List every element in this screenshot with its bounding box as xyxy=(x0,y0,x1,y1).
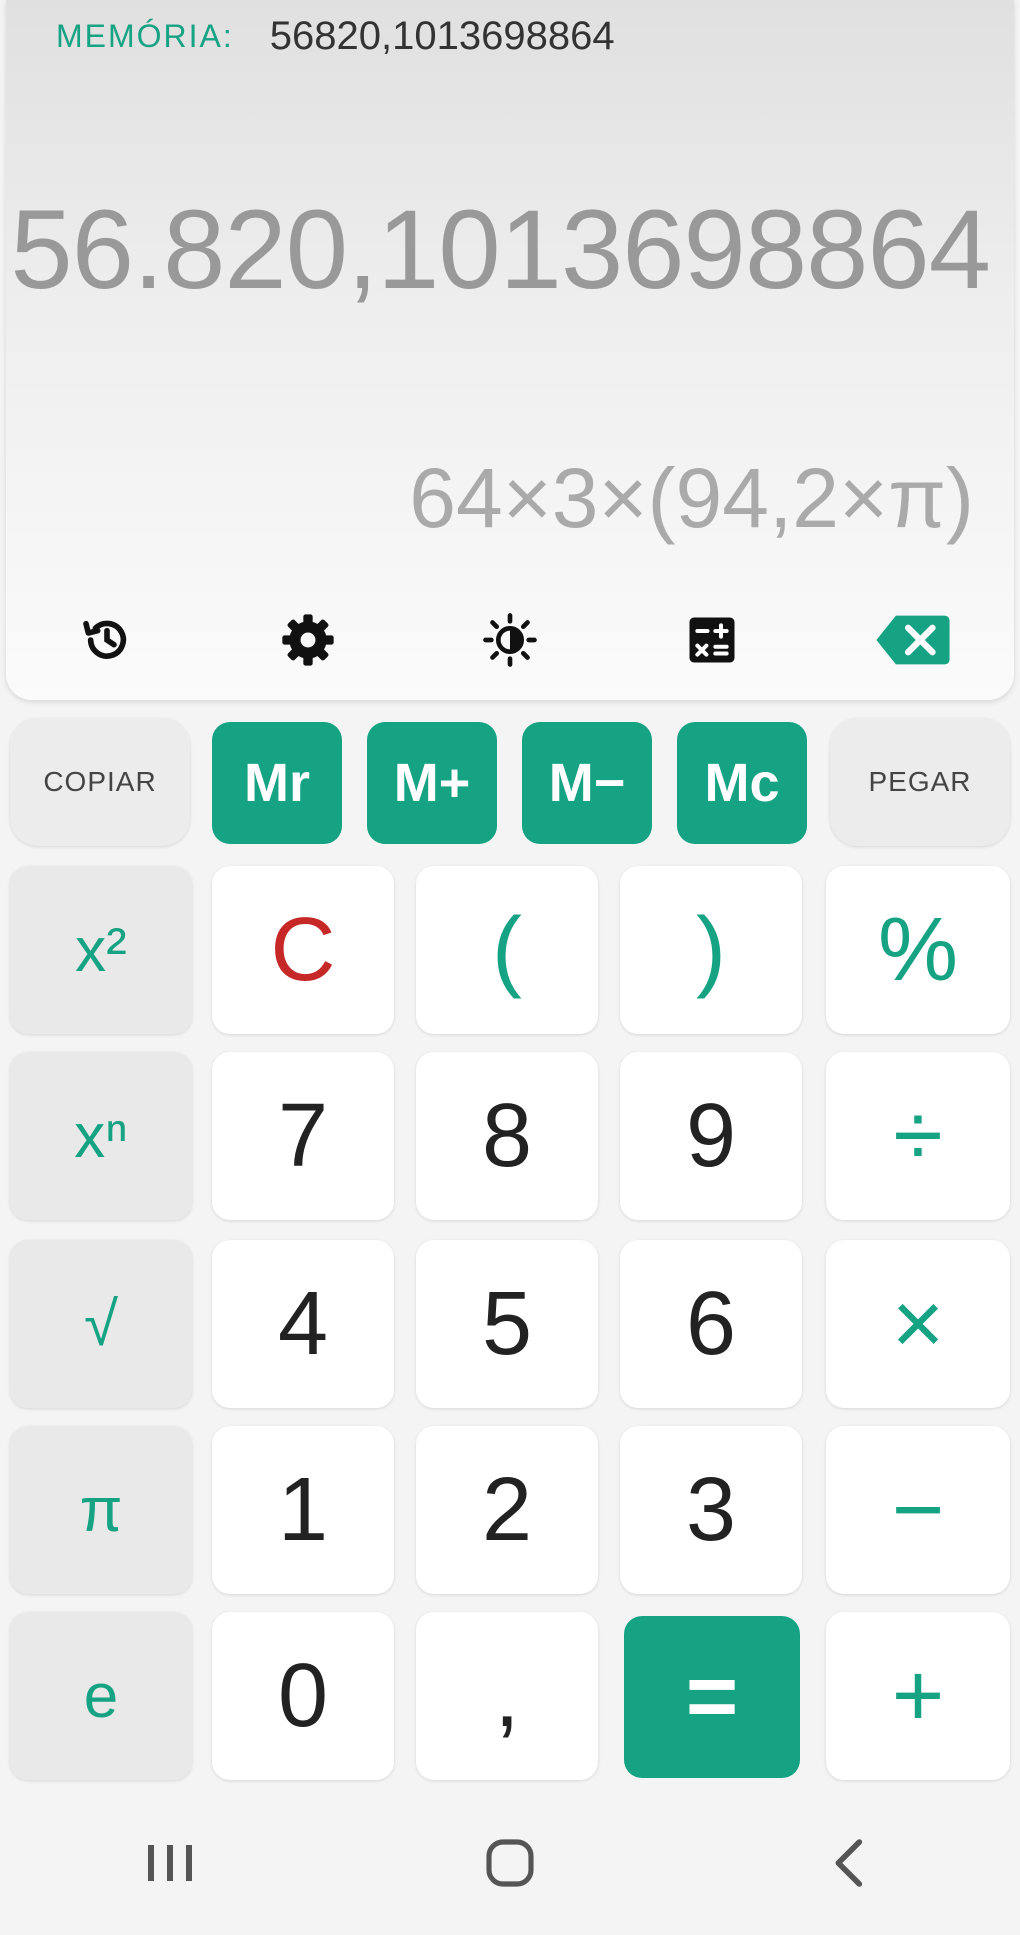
toolbar xyxy=(6,600,1014,680)
digit-8-button[interactable]: 8 xyxy=(416,1052,598,1220)
layout-button[interactable] xyxy=(667,600,757,680)
digit-4-button[interactable]: 4 xyxy=(212,1240,394,1408)
memory-value: 56820,1013698864 xyxy=(269,13,615,58)
home-icon xyxy=(486,1838,534,1887)
percent-button[interactable]: % xyxy=(826,866,1010,1034)
close-paren-button[interactable]: ) xyxy=(620,866,802,1034)
back-icon xyxy=(835,1838,863,1887)
digit-5-button[interactable]: 5 xyxy=(416,1240,598,1408)
history-button[interactable] xyxy=(62,600,152,680)
paste-button[interactable]: PEGAR xyxy=(830,718,1010,846)
memory-clear-button[interactable]: Mc xyxy=(677,722,807,844)
memory-add-button[interactable]: M+ xyxy=(367,722,497,844)
brightness-icon xyxy=(483,613,537,667)
gear-icon xyxy=(282,614,335,666)
recent-apps-icon xyxy=(148,1844,192,1881)
memory-recall-button[interactable]: Mr xyxy=(212,722,342,844)
digit-2-button[interactable]: 2 xyxy=(416,1426,598,1594)
power-button[interactable]: xⁿ xyxy=(10,1052,192,1220)
display-panel: MEMÓRIA: 56820,1013698864 56.820,1013698… xyxy=(6,0,1014,700)
recent-apps-button[interactable] xyxy=(110,1813,230,1913)
plus-button[interactable]: + xyxy=(826,1612,1010,1780)
backspace-button[interactable] xyxy=(868,600,958,680)
equals-button[interactable]: = xyxy=(624,1616,800,1778)
open-paren-button[interactable]: ( xyxy=(416,866,598,1034)
memory-subtract-button[interactable]: M− xyxy=(522,722,652,844)
digit-1-button[interactable]: 1 xyxy=(212,1426,394,1594)
minus-button[interactable]: − xyxy=(826,1426,1010,1594)
expression-display: 64×3×(94,2×π) xyxy=(409,451,974,545)
e-button[interactable]: e xyxy=(10,1612,192,1780)
copy-button[interactable]: COPIAR xyxy=(10,718,190,846)
digit-6-button[interactable]: 6 xyxy=(620,1240,802,1408)
backspace-icon xyxy=(876,615,950,665)
sqrt-button[interactable]: √ xyxy=(10,1240,192,1408)
digit-9-button[interactable]: 9 xyxy=(620,1052,802,1220)
system-nav-bar xyxy=(0,1790,1020,1935)
pi-button[interactable]: π xyxy=(10,1426,192,1594)
digit-0-button[interactable]: 0 xyxy=(212,1612,394,1780)
memory-label: MEMÓRIA: xyxy=(56,17,234,54)
digit-7-button[interactable]: 7 xyxy=(212,1052,394,1220)
back-button[interactable] xyxy=(790,1813,910,1913)
home-button[interactable] xyxy=(450,1813,570,1913)
theme-button[interactable] xyxy=(465,600,555,680)
clear-button[interactable]: C xyxy=(212,866,394,1034)
history-icon xyxy=(82,620,126,659)
divide-button[interactable]: ÷ xyxy=(826,1052,1010,1220)
settings-button[interactable] xyxy=(263,600,353,680)
calculator-layout-icon xyxy=(689,617,735,663)
digit-3-button[interactable]: 3 xyxy=(620,1426,802,1594)
comma-button[interactable]: , xyxy=(416,1612,598,1780)
multiply-button[interactable]: × xyxy=(826,1240,1010,1408)
square-button[interactable]: x² xyxy=(10,866,192,1034)
memory-indicator: MEMÓRIA: 56820,1013698864 xyxy=(56,8,615,64)
result-display: 56.820,1013698864 xyxy=(10,187,991,312)
